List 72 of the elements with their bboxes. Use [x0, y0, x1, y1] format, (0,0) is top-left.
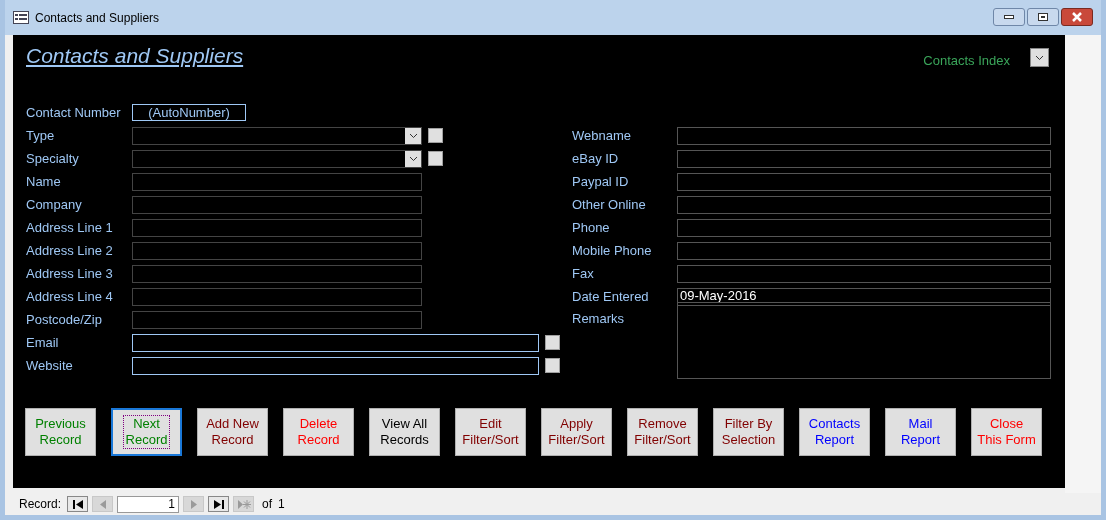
input-field[interactable]: [132, 287, 422, 306]
autonumber-field: (AutoNumber): [132, 104, 246, 121]
small-button[interactable]: [545, 358, 560, 373]
record-total: 1: [278, 496, 285, 513]
record-of-label: of: [262, 496, 273, 513]
input-field[interactable]: [677, 149, 1051, 168]
field-label: Specialty: [26, 149, 80, 168]
command-button[interactable]: Mail Report: [885, 408, 956, 456]
field-label: eBay ID: [572, 149, 620, 168]
command-button[interactable]: Previous Record: [25, 408, 96, 456]
form-title: Contacts and Suppliers: [26, 43, 244, 69]
minimize-icon: [1004, 14, 1014, 19]
field-label: Company: [26, 195, 83, 214]
close-button[interactable]: [1061, 7, 1093, 26]
input-field[interactable]: [132, 264, 422, 283]
command-button[interactable]: Add New Record: [197, 408, 268, 456]
field-label: Address Line 2: [26, 241, 114, 260]
input-field[interactable]: [677, 218, 1051, 237]
field-label: Type: [26, 126, 56, 145]
field-label: Other Online: [572, 195, 647, 214]
input-field[interactable]: [132, 310, 422, 329]
field-label: Paypal ID: [572, 172, 630, 191]
input-field[interactable]: [677, 126, 1051, 145]
field-label: Mobile Phone: [572, 241, 653, 260]
command-button[interactable]: Apply Filter/Sort: [541, 408, 612, 456]
input-field[interactable]: [677, 241, 1051, 260]
field-label: Phone: [572, 218, 611, 237]
index-label: Contacts Index: [923, 52, 1010, 70]
maximize-button[interactable]: [1027, 7, 1059, 26]
input-field[interactable]: 09-May-2016: [677, 287, 1051, 306]
field-label: Webname: [572, 126, 632, 145]
remarks-field[interactable]: [677, 302, 1051, 379]
minimize-button[interactable]: [993, 7, 1025, 26]
combo-box[interactable]: [132, 126, 422, 145]
field-label: Name: [26, 172, 62, 191]
input-field[interactable]: [677, 264, 1051, 283]
input-field[interactable]: [677, 195, 1051, 214]
command-button[interactable]: Contacts Report: [799, 408, 870, 456]
command-button[interactable]: Remove Filter/Sort: [627, 408, 698, 456]
input-field[interactable]: [132, 172, 422, 191]
command-button[interactable]: Edit Filter/Sort: [455, 408, 526, 456]
input-field[interactable]: [132, 218, 422, 237]
field-label: Fax: [572, 264, 595, 283]
dropdown-icon[interactable]: [405, 150, 421, 167]
window-title: Contacts and Suppliers: [35, 9, 160, 27]
record-label: Record:: [19, 496, 62, 513]
last-record-button[interactable]: [208, 496, 230, 512]
small-button[interactable]: [428, 128, 443, 143]
small-button[interactable]: [545, 335, 560, 350]
small-button[interactable]: [428, 151, 443, 166]
field-label: Address Line 4: [26, 287, 114, 306]
combo-box[interactable]: [132, 149, 422, 168]
maximize-icon: [1038, 12, 1048, 21]
command-button[interactable]: Filter By Selection: [713, 408, 784, 456]
close-icon: [1071, 11, 1083, 22]
input-field[interactable]: [132, 195, 422, 214]
form-icon: [13, 11, 29, 24]
command-button[interactable]: View All Records: [369, 408, 440, 456]
field-label: Address Line 1: [26, 218, 114, 237]
input-field[interactable]: [677, 172, 1051, 191]
field-label: Address Line 3: [26, 264, 114, 283]
field-label: Postcode/Zip: [26, 310, 103, 329]
field-label: Website: [26, 356, 74, 375]
field-label: Date Entered: [572, 287, 650, 306]
record-number-field[interactable]: 1: [117, 495, 180, 513]
input-field[interactable]: [132, 241, 422, 260]
field-label: Contact Number: [26, 103, 122, 122]
command-button[interactable]: Next Record: [111, 408, 182, 456]
dropdown-icon[interactable]: [405, 127, 421, 144]
first-record-button[interactable]: [67, 496, 89, 512]
field-label: Remarks: [572, 310, 625, 328]
field-label: Email: [26, 333, 60, 352]
